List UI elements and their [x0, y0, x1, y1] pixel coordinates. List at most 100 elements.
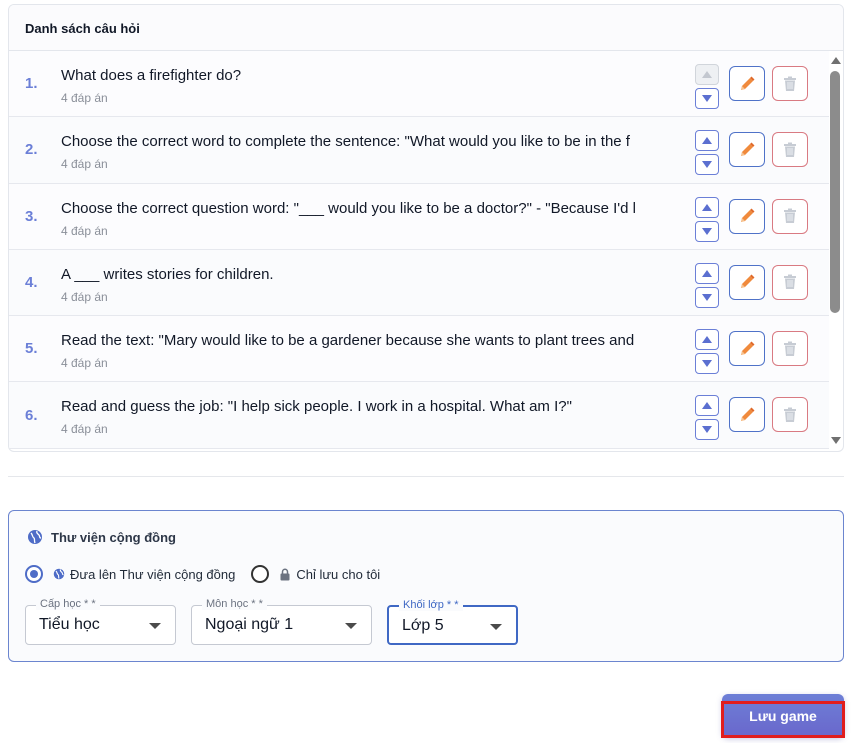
radio-private-label[interactable]: Chỉ lưu cho tôi	[279, 567, 380, 582]
question-answer-count: 4 đáp án	[61, 157, 108, 172]
delete-question-button[interactable]	[772, 331, 808, 367]
arrow-up-icon	[702, 137, 712, 145]
move-down-button[interactable]	[695, 353, 719, 375]
question-text: A ___ writes stories for children.	[61, 265, 274, 283]
move-down-button[interactable]	[695, 419, 719, 441]
question-text: Choose the correct word to complete the …	[61, 133, 630, 151]
level-select[interactable]: Cấp học * * Tiểu học	[25, 598, 176, 645]
pencil-icon	[738, 75, 756, 93]
question-row[interactable]: 1. What does a firefighter do? 4 đáp án	[9, 51, 829, 118]
arrow-down-icon	[702, 227, 712, 235]
arrow-down-icon	[702, 360, 712, 368]
move-up-button[interactable]	[695, 130, 719, 152]
subject-select-label: Môn học * *	[202, 598, 267, 610]
question-number: 2.	[25, 141, 38, 159]
save-game-button[interactable]: Lưu game	[722, 694, 844, 737]
arrow-up-icon	[702, 71, 712, 78]
globe-icon	[27, 529, 43, 545]
option-private-text: Chỉ lưu cho tôi	[296, 566, 381, 582]
question-list: 1. What does a firefighter do? 4 đáp án 2. C…	[9, 51, 829, 451]
radio-public-label[interactable]: Đưa lên Thư viện cộng đồng	[53, 567, 235, 582]
question-list-title: Danh sách câu hỏi	[9, 5, 843, 51]
question-row[interactable]: 4. A ___ writes stories for children. 4 đá…	[9, 249, 829, 317]
question-list-panel: Danh sách câu hỏi 1. What does a firefigh…	[8, 4, 844, 452]
move-up-button[interactable]	[695, 395, 719, 417]
arrow-down-icon	[702, 426, 712, 434]
level-select-value: Tiểu học	[39, 616, 100, 633]
move-down-button[interactable]	[695, 154, 719, 176]
question-row[interactable]: 6. Read and guess the job: "I help sick p…	[9, 382, 829, 449]
pencil-icon	[738, 273, 756, 291]
scroll-up-icon[interactable]	[831, 57, 841, 64]
arrow-up-icon	[702, 336, 712, 344]
trash-icon	[781, 207, 799, 225]
question-text: Choose the correct question word: "___ w…	[61, 199, 636, 217]
move-up-button[interactable]	[695, 196, 719, 218]
move-down-button[interactable]	[695, 88, 719, 109]
delete-question-button[interactable]	[772, 264, 808, 300]
move-down-button[interactable]	[695, 220, 719, 242]
delete-question-button[interactable]	[772, 397, 808, 433]
move-up-button[interactable]	[695, 64, 719, 85]
edit-question-button[interactable]	[729, 132, 765, 168]
question-text: What does a firefighter do?	[61, 67, 242, 84]
edit-question-button[interactable]	[729, 66, 765, 101]
arrow-up-icon	[702, 203, 712, 211]
grade-select[interactable]: Khối lớp * * Lớp 5	[387, 599, 518, 645]
delete-question-button[interactable]	[772, 198, 808, 234]
subject-select-value: Ngoại ngữ 1	[205, 616, 294, 633]
arrow-up-icon	[702, 402, 712, 410]
question-text: Read the text: "Mary would like to be a …	[61, 332, 635, 350]
question-row[interactable]: 2. Choose the correct word to complete th…	[9, 117, 829, 184]
community-library-panel: Thư viện cộng đồng Đưa lên Thư viện cộng…	[8, 510, 844, 662]
move-up-button[interactable]	[695, 329, 719, 351]
question-answer-count: 4 đáp án	[61, 91, 108, 105]
question-answer-count: 4 đáp án	[61, 356, 108, 371]
question-number: 1.	[25, 75, 38, 93]
delete-question-button[interactable]	[772, 132, 808, 168]
edit-question-button[interactable]	[729, 331, 765, 367]
question-row[interactable]: 3. Choose the correct question word: "___…	[9, 183, 829, 250]
question-list-scrollbar[interactable]	[829, 51, 843, 451]
delete-question-button[interactable]	[772, 66, 808, 101]
move-down-button[interactable]	[695, 286, 719, 308]
question-answer-count: 4 đáp án	[61, 289, 108, 304]
trash-icon	[781, 273, 799, 291]
lock-icon	[279, 568, 291, 581]
edit-question-button[interactable]	[729, 264, 765, 300]
arrow-up-icon	[702, 269, 712, 277]
pencil-icon	[738, 340, 756, 358]
level-select-label: Cấp học * *	[36, 598, 100, 610]
visibility-options: Đưa lên Thư viện cộng đồng Chỉ lưu cho t…	[25, 565, 380, 583]
radio-public[interactable]	[25, 565, 43, 583]
question-answer-count: 4 đáp án	[61, 223, 108, 238]
trash-icon	[781, 141, 799, 159]
arrow-down-icon	[702, 293, 712, 301]
community-library-heading: Thư viện cộng đồng	[27, 529, 176, 545]
chevron-down-icon	[149, 623, 161, 629]
chevron-down-icon	[490, 624, 502, 630]
question-number: 5.	[25, 340, 38, 358]
edit-question-button[interactable]	[729, 198, 765, 234]
section-divider	[8, 476, 844, 477]
question-row[interactable]: 5. Read the text: "Mary would like to be …	[9, 316, 829, 383]
question-number: 6.	[25, 406, 38, 424]
question-answer-count: 4 đáp án	[61, 422, 108, 437]
edit-question-button[interactable]	[729, 397, 765, 433]
trash-icon	[781, 340, 799, 358]
arrow-down-icon	[702, 161, 712, 169]
scroll-thumb[interactable]	[830, 71, 840, 313]
move-up-button[interactable]	[695, 262, 719, 284]
grade-select-label: Khối lớp * *	[399, 599, 463, 611]
trash-icon	[781, 75, 799, 93]
trash-icon	[781, 406, 799, 424]
arrow-down-icon	[702, 95, 712, 102]
question-number: 3.	[25, 207, 38, 225]
scroll-down-icon[interactable]	[831, 437, 841, 444]
subject-select[interactable]: Môn học * * Ngoại ngữ 1	[191, 598, 372, 645]
grade-select-value: Lớp 5	[402, 617, 444, 634]
pencil-icon	[738, 207, 756, 225]
question-number: 4.	[25, 274, 38, 292]
option-public-text: Đưa lên Thư viện cộng đồng	[70, 566, 236, 582]
radio-private[interactable]	[251, 565, 270, 583]
